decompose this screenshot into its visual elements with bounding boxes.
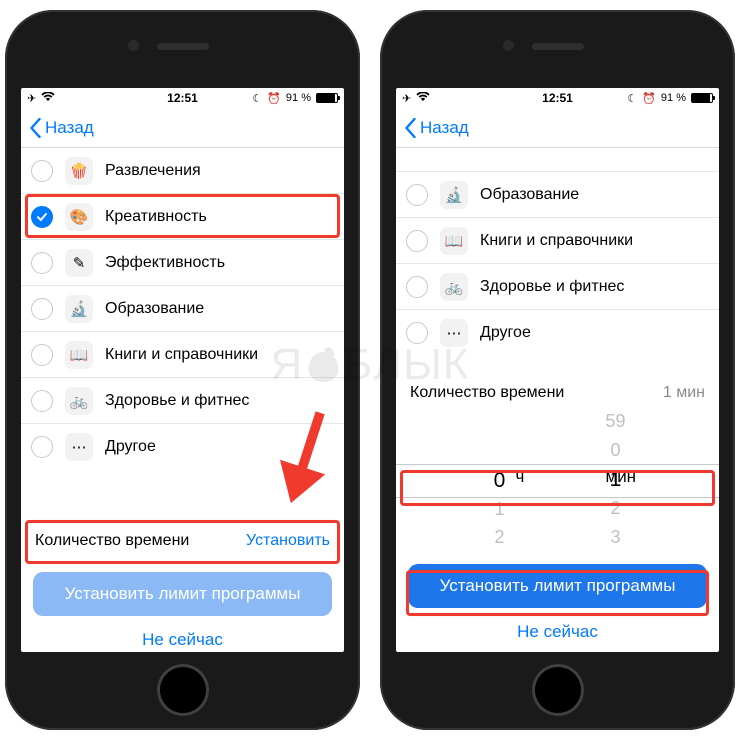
health-icon: 🚲	[440, 273, 468, 301]
category-row[interactable]: ⋯ Другое	[396, 310, 719, 356]
category-label: Образование	[105, 300, 330, 318]
category-label: Здоровье и фитнес	[105, 392, 330, 410]
category-row[interactable]: 📖 Книги и справочники	[396, 218, 719, 264]
battery-icon	[316, 93, 338, 103]
category-label: Развлечения	[105, 162, 330, 180]
category-row[interactable]: ⋯ Другое	[21, 424, 344, 470]
not-now-button[interactable]: Не сейчас	[396, 614, 719, 644]
entertainment-icon: 🍿	[65, 157, 93, 185]
category-row[interactable]: ✎ Эффективность	[21, 240, 344, 286]
time-amount-title: Количество времени	[35, 532, 189, 550]
set-limit-label: Установить лимит программы	[65, 584, 301, 604]
time-amount-title: Количество времени	[410, 384, 564, 402]
not-now-label: Не сейчас	[142, 630, 223, 649]
status-bar: ✈︎ 12:51 ☾ ⏰ 91 %	[21, 88, 344, 108]
education-icon: 🔬	[440, 181, 468, 209]
home-button[interactable]	[157, 664, 209, 716]
back-label: Назад	[420, 118, 469, 138]
category-row[interactable]: 🔬 Образование	[396, 172, 719, 218]
time-picker[interactable]: 0 1 2 59 0 1 2 3 ч мин	[396, 412, 719, 552]
category-row-cut	[396, 148, 719, 172]
set-limit-button[interactable]: Установить лимит программы	[33, 572, 332, 616]
category-row[interactable]: 🎨 Креативность	[21, 194, 344, 240]
phone-right: ✈︎ 12:51 ☾ ⏰ 91 % Назад	[380, 10, 735, 730]
status-bar: ✈︎ 12:51 ☾ ⏰ 91 %	[396, 88, 719, 108]
set-limit-label: Установить лимит программы	[440, 576, 676, 596]
radio-unchecked[interactable]	[406, 230, 428, 252]
category-label: Креативность	[105, 208, 330, 226]
category-list: 🍿 Развлечения 🎨 Креативность ✎ Эффективн…	[21, 148, 344, 470]
category-row[interactable]: 🔬 Образование	[21, 286, 344, 332]
category-label: Здоровье и фитнес	[480, 278, 705, 296]
category-row[interactable]: 🍿 Развлечения	[21, 148, 344, 194]
radio-unchecked[interactable]	[406, 276, 428, 298]
category-row[interactable]: 📖 Книги и справочники	[21, 332, 344, 378]
books-icon: 📖	[65, 341, 93, 369]
not-now-button[interactable]: Не сейчас	[21, 622, 344, 652]
not-now-label: Не сейчас	[517, 622, 598, 641]
radio-checked[interactable]	[31, 206, 53, 228]
radio-unchecked[interactable]	[31, 298, 53, 320]
category-row[interactable]: 🚲 Здоровье и фитнес	[396, 264, 719, 310]
set-limit-button[interactable]: Установить лимит программы	[408, 564, 707, 608]
time-amount-value: 1 мин	[663, 384, 705, 402]
picker-option: 2	[610, 494, 620, 523]
back-button[interactable]: Назад	[29, 118, 94, 138]
picker-option: 2	[494, 524, 504, 552]
picker-option: 0	[610, 436, 620, 465]
radio-unchecked[interactable]	[406, 322, 428, 344]
set-time-link[interactable]: Установить	[246, 532, 330, 550]
radio-unchecked[interactable]	[31, 344, 53, 366]
back-label: Назад	[45, 118, 94, 138]
radio-unchecked[interactable]	[31, 160, 53, 182]
productivity-icon: ✎	[65, 249, 93, 277]
check-icon	[36, 211, 48, 223]
category-label: Другое	[105, 438, 330, 456]
battery-icon	[691, 93, 713, 103]
category-label: Книги и справочники	[480, 232, 705, 250]
category-label: Эффективность	[105, 254, 330, 272]
radio-unchecked[interactable]	[31, 390, 53, 412]
radio-unchecked[interactable]	[406, 184, 428, 206]
home-button[interactable]	[532, 664, 584, 716]
clock: 12:51	[396, 91, 719, 105]
nav-bar: Назад	[396, 108, 719, 148]
picker-option: 3	[610, 523, 620, 552]
phone-left: ✈︎ 12:51 ☾ ⏰ 91 % Назад	[5, 10, 360, 730]
category-row[interactable]: 🚲 Здоровье и фитнес	[21, 378, 344, 424]
radio-unchecked[interactable]	[31, 252, 53, 274]
chevron-left-icon	[29, 118, 42, 138]
picker-option: 1	[494, 495, 504, 523]
time-amount-section: Количество времени 1 мин	[396, 374, 719, 412]
screen-right: ✈︎ 12:51 ☾ ⏰ 91 % Назад	[396, 88, 719, 652]
education-icon: 🔬	[65, 295, 93, 323]
radio-unchecked[interactable]	[31, 436, 53, 458]
back-button[interactable]: Назад	[404, 118, 469, 138]
screen-left: ✈︎ 12:51 ☾ ⏰ 91 % Назад	[21, 88, 344, 652]
category-label: Другое	[480, 324, 705, 342]
other-icon: ⋯	[65, 433, 93, 461]
nav-bar: Назад	[21, 108, 344, 148]
other-icon: ⋯	[440, 319, 468, 347]
category-list: 🔬 Образование 📖 Книги и справочники 🚲 Зд…	[396, 148, 719, 356]
clock: 12:51	[21, 91, 344, 105]
category-label: Образование	[480, 186, 705, 204]
picker-hours-unit: ч	[516, 467, 525, 487]
picker-minutes-unit: мин	[606, 467, 637, 487]
picker-option: 59	[605, 412, 625, 436]
time-amount-section[interactable]: Количество времени Установить	[21, 522, 344, 560]
category-label: Книги и справочники	[105, 346, 330, 364]
books-icon: 📖	[440, 227, 468, 255]
chevron-left-icon	[404, 118, 417, 138]
health-icon: 🚲	[65, 387, 93, 415]
creativity-icon: 🎨	[65, 203, 93, 231]
picker-band	[396, 464, 719, 498]
